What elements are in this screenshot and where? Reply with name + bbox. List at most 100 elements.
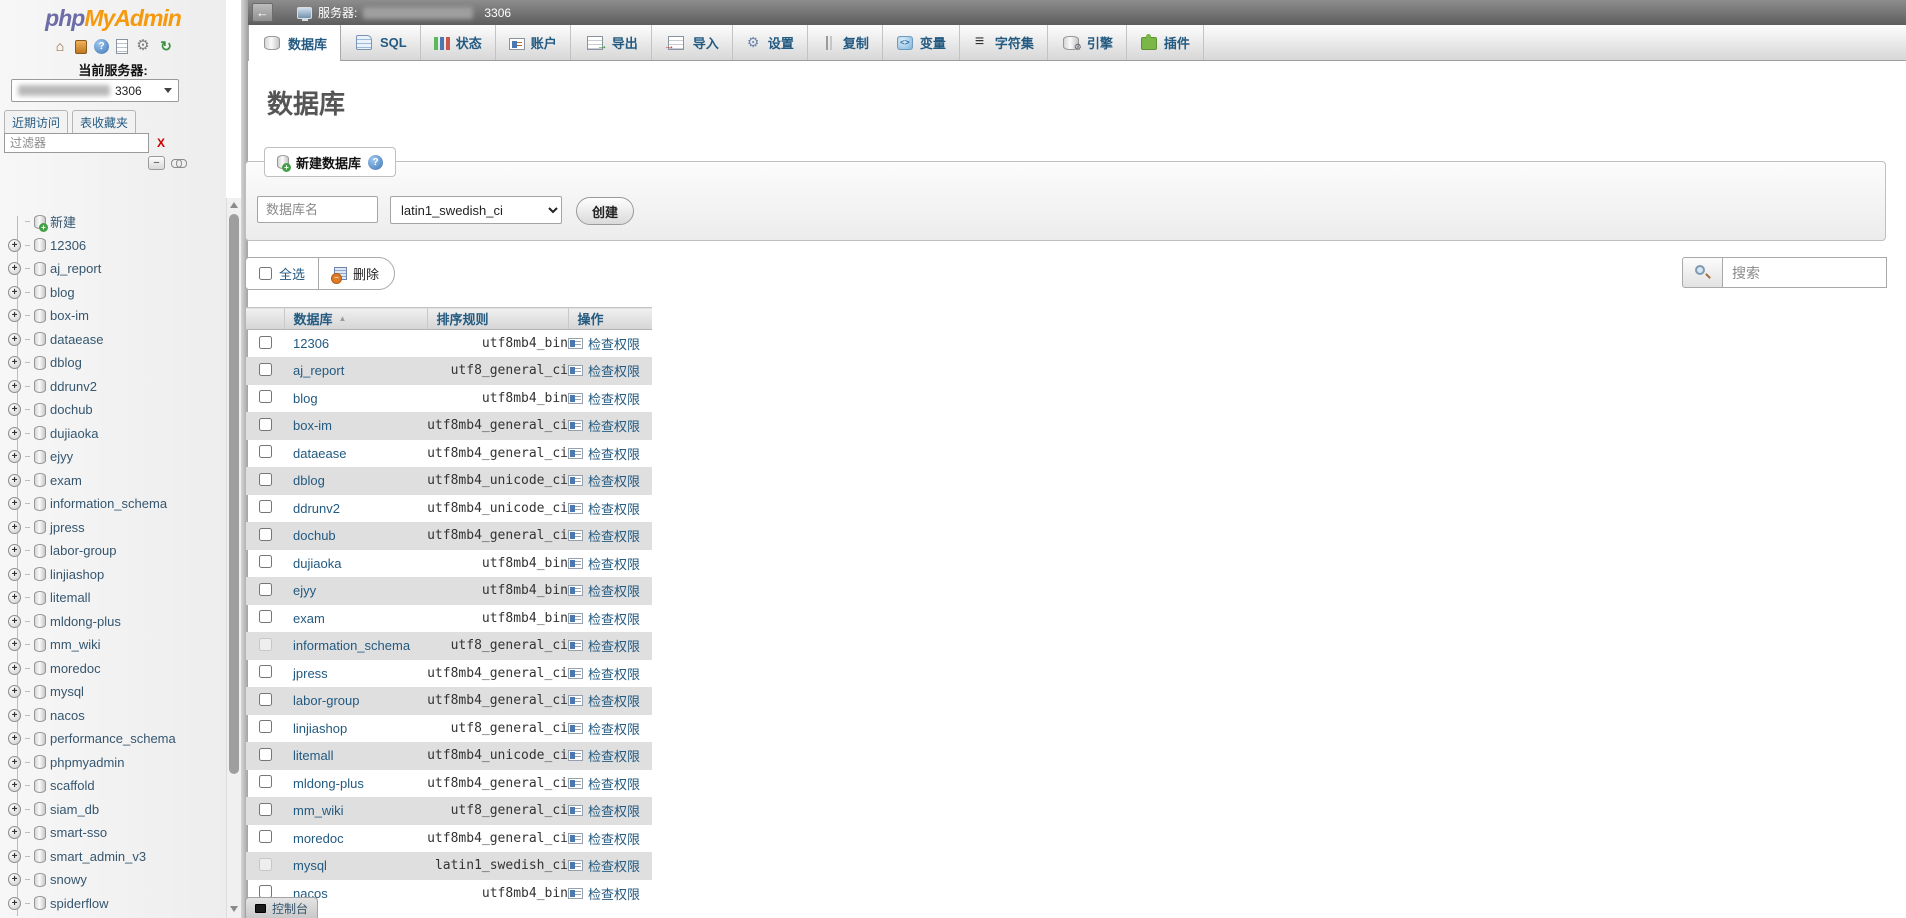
- collation-value[interactable]: utf8_general_ci: [451, 721, 568, 736]
- tree-item-nacos[interactable]: + nacos: [8, 704, 85, 727]
- collation-value[interactable]: utf8mb4_bin: [482, 336, 568, 351]
- tree-item-dblog[interactable]: + dblog: [8, 351, 82, 374]
- database-link[interactable]: ejyy: [284, 583, 316, 598]
- tree-item-information_schema[interactable]: + information_schema: [8, 492, 167, 515]
- database-link[interactable]: blog: [284, 391, 318, 406]
- tree-item-performance_schema[interactable]: + performance_schema: [8, 727, 176, 750]
- tab-export[interactable]: 导出: [571, 25, 652, 60]
- tree-item-scaffold[interactable]: + scaffold: [8, 774, 95, 797]
- scroll-up-icon[interactable]: [230, 202, 238, 208]
- tree-item-12306[interactable]: + 12306: [8, 234, 86, 257]
- row-checkbox[interactable]: [258, 830, 272, 844]
- expand-icon[interactable]: +: [8, 356, 21, 369]
- database-name-input[interactable]: [257, 196, 378, 223]
- database-link[interactable]: dataease: [284, 446, 347, 461]
- row-checkbox[interactable]: [258, 637, 272, 651]
- tree-item-smart_admin_v3[interactable]: + smart_admin_v3: [8, 845, 146, 868]
- tree-item-jpress[interactable]: + jpress: [8, 516, 85, 539]
- row-checkbox[interactable]: [258, 500, 272, 514]
- check-privileges-link[interactable]: 检查权限: [588, 389, 640, 408]
- check-privileges-link[interactable]: 检查权限: [588, 526, 640, 545]
- check-privileges-link[interactable]: 检查权限: [588, 774, 640, 793]
- check-privileges-link[interactable]: 检查权限: [588, 636, 640, 655]
- collation-value[interactable]: utf8mb4_general_ci: [427, 693, 568, 708]
- header-collation[interactable]: 排序规则: [427, 307, 569, 330]
- tab-import[interactable]: 导入: [652, 25, 733, 60]
- tree-item-litemall[interactable]: + litemall: [8, 586, 90, 609]
- expand-icon[interactable]: +: [8, 685, 21, 698]
- database-link[interactable]: mysql: [284, 858, 327, 873]
- database-link[interactable]: litemall: [284, 748, 333, 763]
- tab-users[interactable]: 账户: [496, 25, 571, 60]
- expand-icon[interactable]: +: [8, 309, 21, 322]
- expand-icon[interactable]: +: [8, 779, 21, 792]
- database-link[interactable]: mm_wiki: [284, 803, 344, 818]
- collation-value[interactable]: utf8mb4_bin: [482, 391, 568, 406]
- row-checkbox[interactable]: [258, 390, 272, 404]
- expand-icon[interactable]: +: [8, 450, 21, 463]
- expand-icon[interactable]: +: [8, 614, 21, 628]
- collation-value[interactable]: utf8mb4_general_ci: [427, 418, 568, 433]
- console-bar[interactable]: 控制台: [245, 897, 319, 918]
- tree-item-mysql[interactable]: + mysql: [8, 680, 84, 703]
- check-privileges-link[interactable]: 检查权限: [588, 884, 640, 903]
- collation-value[interactable]: utf8mb4_general_ci: [427, 831, 568, 846]
- database-link[interactable]: aj_report: [284, 363, 344, 378]
- expand-icon[interactable]: +: [8, 802, 21, 816]
- row-checkbox[interactable]: [258, 775, 272, 789]
- collation-value[interactable]: utf8mb4_unicode_ci: [427, 473, 568, 488]
- check-privileges-link[interactable]: 检查权限: [588, 554, 640, 573]
- tree-item-labor-group[interactable]: + labor-group: [8, 539, 117, 562]
- collation-value[interactable]: utf8mb4_bin: [482, 886, 568, 901]
- expand-icon[interactable]: +: [8, 520, 21, 534]
- check-privileges-link[interactable]: 检查权限: [588, 856, 640, 875]
- header-database[interactable]: 数据库 ▲: [284, 307, 428, 330]
- tab-engines[interactable]: 引擎: [1048, 25, 1127, 60]
- tree-item-linjiashop[interactable]: + linjiashop: [8, 563, 104, 586]
- tree-item-box-im[interactable]: + box-im: [8, 304, 89, 327]
- expand-icon[interactable]: +: [8, 285, 21, 299]
- collation-value[interactable]: utf8mb4_unicode_ci: [427, 748, 568, 763]
- tree-item-siam_db[interactable]: + siam_db: [8, 798, 99, 821]
- search-button[interactable]: [1682, 257, 1723, 288]
- database-link[interactable]: exam: [284, 611, 325, 626]
- tree-item-phpmyadmin[interactable]: + phpmyadmin: [8, 751, 124, 774]
- row-checkbox[interactable]: [258, 857, 272, 871]
- back-button[interactable]: ←: [252, 3, 273, 22]
- collation-value[interactable]: utf8_general_ci: [451, 638, 568, 653]
- collation-value[interactable]: utf8mb4_general_ci: [427, 776, 568, 791]
- collation-value[interactable]: utf8mb4_bin: [482, 611, 568, 626]
- sidebar-scrollbar[interactable]: [226, 198, 241, 918]
- collation-value[interactable]: utf8mb4_general_ci: [427, 528, 568, 543]
- tree-item-mm_wiki[interactable]: + mm_wiki: [8, 633, 101, 656]
- check-privileges-link[interactable]: 检查权限: [588, 719, 640, 738]
- check-privileges-link[interactable]: 检查权限: [588, 499, 640, 518]
- row-checkbox[interactable]: [258, 802, 272, 816]
- check-privileges-link[interactable]: 检查权限: [588, 664, 640, 683]
- tab-charsets[interactable]: 字符集: [960, 25, 1048, 60]
- tree-item-mldong-plus[interactable]: + mldong-plus: [8, 610, 121, 633]
- tree-item-moredoc[interactable]: + moredoc: [8, 657, 101, 680]
- row-checkbox[interactable]: [258, 417, 272, 431]
- expand-icon[interactable]: +: [8, 755, 21, 769]
- expand-icon[interactable]: +: [8, 544, 21, 557]
- database-link[interactable]: 12306: [284, 336, 329, 351]
- check-privileges-link[interactable]: 检查权限: [588, 801, 640, 820]
- scrollbar-thumb[interactable]: [229, 214, 239, 774]
- row-checkbox[interactable]: [258, 472, 272, 486]
- collation-value[interactable]: utf8mb4_unicode_ci: [427, 501, 568, 516]
- expand-icon[interactable]: +: [8, 896, 21, 910]
- expand-icon[interactable]: +: [8, 567, 21, 581]
- row-checkbox[interactable]: [258, 445, 272, 459]
- tab-settings[interactable]: 设置: [733, 25, 808, 60]
- row-checkbox[interactable]: [258, 335, 272, 349]
- tree-item-smart-sso[interactable]: + smart-sso: [8, 821, 107, 844]
- check-privileges-link[interactable]: 检查权限: [588, 334, 640, 353]
- expand-icon[interactable]: +: [8, 332, 21, 346]
- expand-icon[interactable]: +: [8, 591, 21, 604]
- database-link[interactable]: mldong-plus: [284, 776, 364, 791]
- tab-variables[interactable]: 变量: [883, 25, 960, 60]
- expand-icon[interactable]: +: [8, 379, 21, 393]
- expand-icon[interactable]: +: [8, 238, 21, 252]
- tab-replication[interactable]: 复制: [808, 25, 883, 60]
